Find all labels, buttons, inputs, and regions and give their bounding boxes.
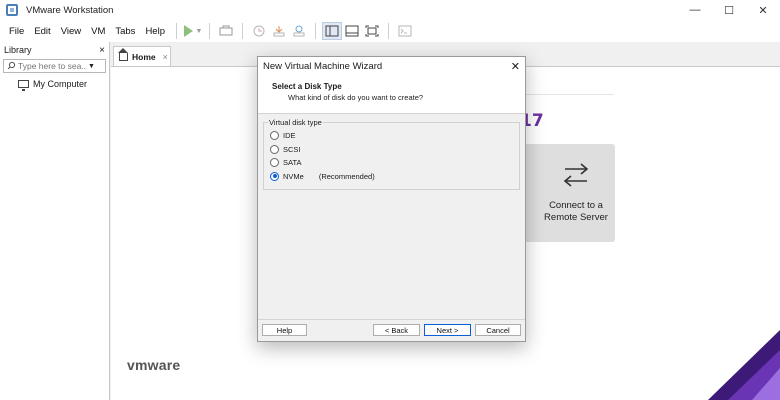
close-button[interactable]: ✕ xyxy=(746,0,780,20)
show-library-button[interactable] xyxy=(321,22,342,40)
power-on-button[interactable]: ▼ xyxy=(183,22,203,40)
library-header: Library × xyxy=(0,42,109,58)
cancel-button[interactable]: Cancel xyxy=(475,324,521,336)
title-bar: VMware Workstation — ☐ ✕ xyxy=(0,0,780,20)
step-subtitle: What kind of disk do you want to create? xyxy=(288,93,424,102)
toolbar-separator xyxy=(208,23,210,39)
library-tree: My Computer xyxy=(0,77,109,387)
recommended-note: (Recommended) xyxy=(318,171,375,181)
window-title: VMware Workstation xyxy=(26,4,114,16)
library-close-button[interactable]: × xyxy=(99,45,105,56)
revert-snapshot-button[interactable] xyxy=(269,22,289,40)
thumbnail-bar-button[interactable] xyxy=(342,22,362,40)
library-panel: Library × ▼ My Computer xyxy=(0,42,110,400)
dialog-header: Select a Disk Type What kind of disk do … xyxy=(258,76,525,114)
tab-close-button[interactable]: × xyxy=(163,52,168,62)
library-view-icon xyxy=(325,25,339,37)
snapshot-icon xyxy=(253,25,265,37)
monitor-icon xyxy=(18,80,29,91)
radio-button[interactable] xyxy=(270,158,279,168)
menu-toolbar: File Edit View VM Tabs Help ▼ xyxy=(0,20,780,42)
terminal-icon xyxy=(398,25,412,37)
keyboard-icon xyxy=(219,25,233,36)
dialog-body: Virtual disk type IDE SCSI SATA NVMe (Re… xyxy=(258,114,525,329)
vmware-app-icon xyxy=(6,4,18,16)
dialog-title-bar: New Virtual Machine Wizard ✕ xyxy=(258,57,525,76)
revert-icon xyxy=(273,26,285,37)
menu-help[interactable]: Help xyxy=(140,26,170,37)
dialog-footer: Help < Back Next > Cancel xyxy=(258,319,525,341)
tree-item-my-computer[interactable]: My Computer xyxy=(6,77,109,91)
radio-button[interactable] xyxy=(270,131,279,141)
tree-item-label: My Computer xyxy=(33,79,88,89)
next-button[interactable]: Next > xyxy=(424,324,471,336)
window-controls: — ☐ ✕ xyxy=(678,0,780,20)
search-icon xyxy=(4,61,18,72)
radio-sata[interactable]: SATA xyxy=(270,156,519,170)
menu-view[interactable]: View xyxy=(56,26,86,37)
snapshot-button[interactable] xyxy=(249,22,269,40)
radio-button-selected[interactable] xyxy=(270,171,279,181)
toolbar-separator xyxy=(175,23,177,39)
home-icon xyxy=(118,47,128,61)
connect-label-line2: Remote Server xyxy=(544,212,608,223)
step-title: Select a Disk Type xyxy=(272,82,342,91)
help-button[interactable]: Help xyxy=(262,324,307,336)
snapshot-manager-button[interactable] xyxy=(289,22,309,40)
toolbar-separator xyxy=(314,23,316,39)
vmware-logo: vmware xyxy=(127,357,181,373)
search-dropdown-icon[interactable]: ▼ xyxy=(88,63,95,70)
new-vm-wizard-dialog: New Virtual Machine Wizard ✕ Select a Di… xyxy=(257,56,526,342)
library-title: Library xyxy=(4,45,32,55)
divider xyxy=(526,94,614,95)
tab-home[interactable]: Home × xyxy=(113,46,171,66)
radio-label: SATA xyxy=(283,158,302,168)
chevron-down-icon: ▼ xyxy=(195,27,203,35)
swap-arrows-icon xyxy=(562,162,590,188)
connect-label-line1: Connect to a xyxy=(549,200,603,211)
toolbar-separator xyxy=(387,23,389,39)
connect-card-label: Connect to a Remote Server xyxy=(536,200,616,224)
radio-ide[interactable]: IDE xyxy=(270,129,519,143)
decorative-corner-graphic xyxy=(708,330,780,400)
minimize-button[interactable]: — xyxy=(678,0,712,20)
library-search-input[interactable] xyxy=(18,61,86,71)
back-button[interactable]: < Back xyxy=(373,324,420,336)
group-label: Virtual disk type xyxy=(268,118,323,127)
toolbar-separator xyxy=(241,23,243,39)
maximize-button[interactable]: ☐ xyxy=(712,0,746,20)
radio-button[interactable] xyxy=(270,144,279,154)
menu-edit[interactable]: Edit xyxy=(29,26,55,37)
menu-file[interactable]: File xyxy=(4,26,29,37)
menu-tabs[interactable]: Tabs xyxy=(110,26,140,37)
dialog-title: New Virtual Machine Wizard xyxy=(263,61,383,72)
full-screen-icon xyxy=(365,25,379,37)
full-screen-button[interactable] xyxy=(362,22,382,40)
tab-home-label: Home xyxy=(132,51,156,62)
send-keys-button[interactable] xyxy=(216,22,236,40)
thumbnail-view-icon xyxy=(345,25,359,37)
radio-scsi[interactable]: SCSI xyxy=(270,143,519,157)
disk-type-group: Virtual disk type IDE SCSI SATA NVMe (Re… xyxy=(263,118,520,190)
radio-nvme[interactable]: NVMe (Recommended) xyxy=(270,170,519,184)
library-search: ▼ xyxy=(3,59,106,73)
radio-label: SCSI xyxy=(283,144,301,154)
dialog-close-button[interactable]: ✕ xyxy=(511,60,520,73)
console-view-button[interactable] xyxy=(395,22,415,40)
snapshot-manager-icon xyxy=(293,25,305,37)
menu-vm[interactable]: VM xyxy=(86,26,110,37)
play-icon xyxy=(183,25,193,37)
radio-label: NVMe xyxy=(283,171,304,181)
radio-label: IDE xyxy=(283,131,296,141)
